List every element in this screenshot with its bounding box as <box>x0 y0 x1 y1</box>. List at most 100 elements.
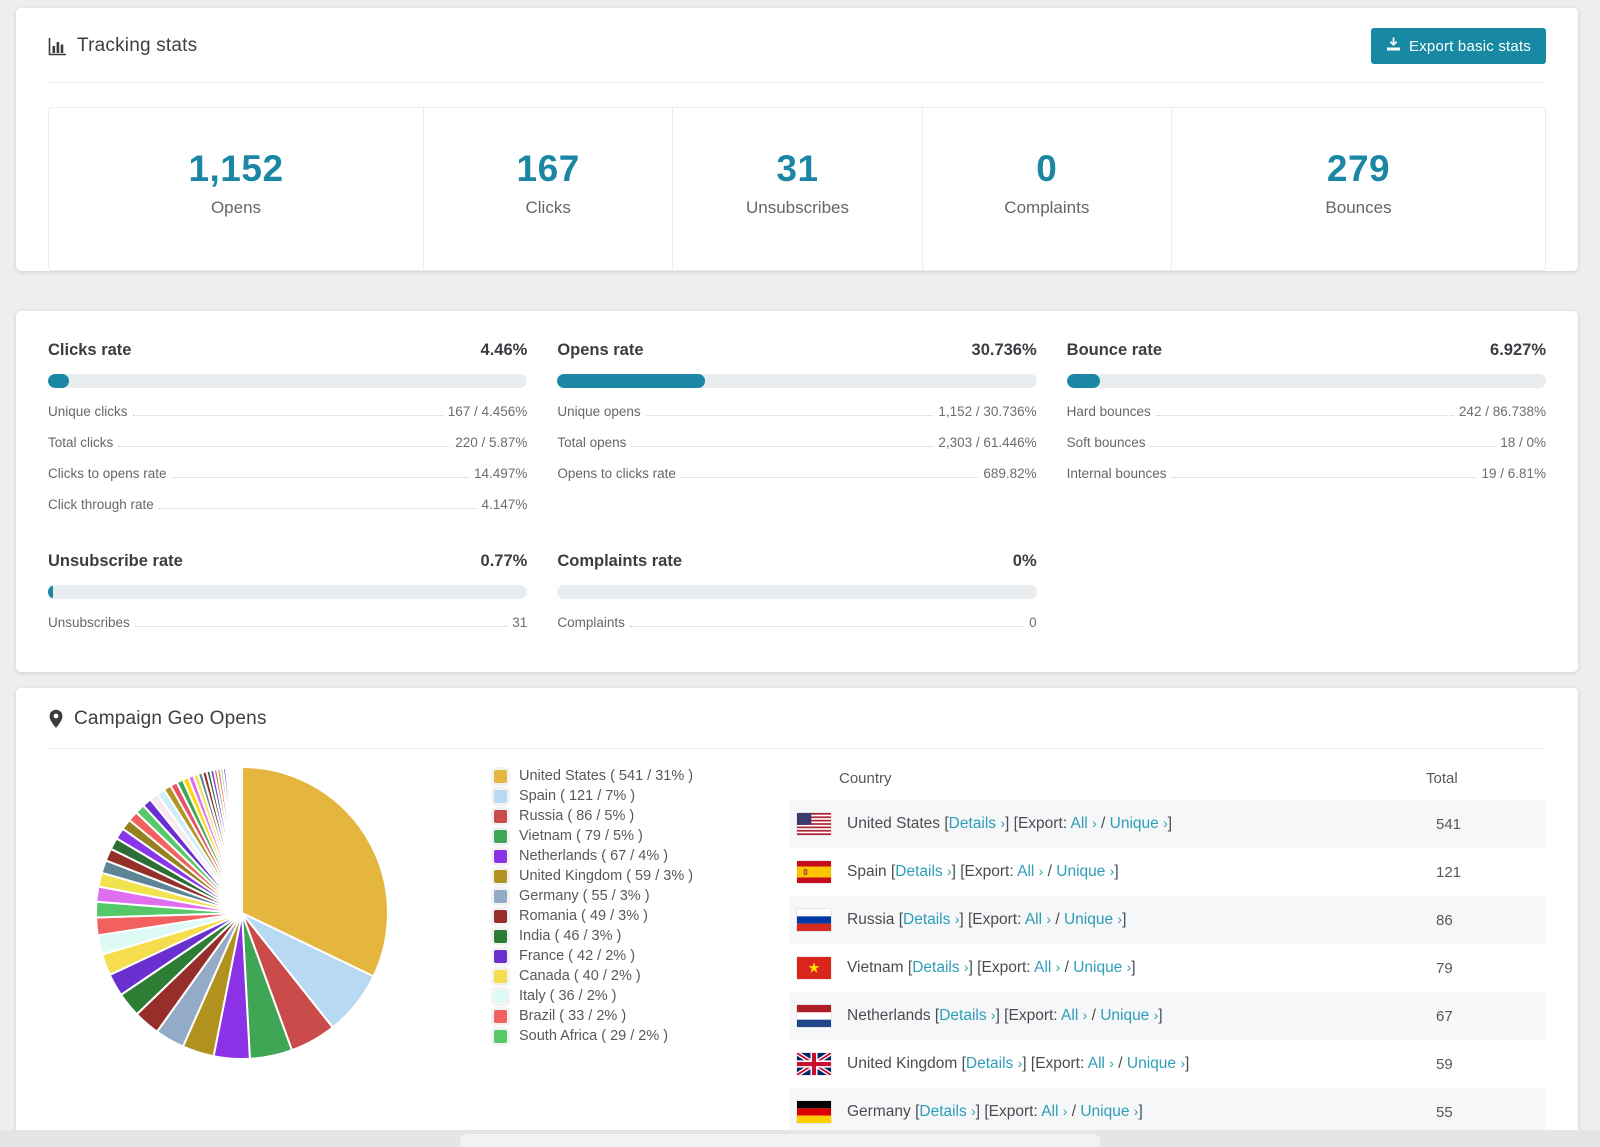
details-link[interactable]: Details › <box>949 815 1005 832</box>
export-unique-link[interactable]: Unique › <box>1073 959 1131 976</box>
export-prefix: Export: <box>972 911 1025 928</box>
export-all-link[interactable]: All › <box>1034 959 1060 976</box>
stat-cell-bounces: 279 Bounces <box>1170 108 1545 270</box>
slash: / <box>1043 863 1057 880</box>
details-link[interactable]: Details › <box>919 1103 975 1120</box>
rate-block-opens-rate: Opens rate 30.736% Unique opens 1,152 / 30.… <box>557 337 1037 481</box>
stat-label: Opens <box>210 198 262 217</box>
dotted-leader <box>1171 477 1477 478</box>
details-link[interactable]: Details › <box>912 959 968 976</box>
rate-value: 6.927% <box>1490 341 1546 359</box>
legend-item-south-africa: South Africa ( 29 / 2% ) <box>494 1029 779 1044</box>
rate-detail-label: Click through rate <box>48 497 154 512</box>
slash: / <box>1051 911 1064 928</box>
country-name: Germany <box>847 1103 916 1120</box>
details-link[interactable]: Details › <box>903 911 959 928</box>
bracket: ] [ <box>995 1007 1009 1024</box>
slash: / <box>1087 1007 1101 1024</box>
export-all-link[interactable]: All › <box>1017 863 1043 880</box>
rate-detail-row: Unsubscribes 31 <box>48 615 527 630</box>
country-name: Netherlands <box>847 1007 935 1024</box>
rate-detail-row: Internal bounces 19 / 6.81% <box>1067 466 1546 481</box>
stat-cell-opens: 1,152 Opens <box>49 108 423 270</box>
flag-us-icon <box>797 813 831 835</box>
legend-label: Italy ( 36 / 2% ) <box>519 988 617 1004</box>
details-link[interactable]: Details › <box>939 1007 995 1024</box>
rate-detail-value: 14.497% <box>474 466 528 481</box>
rate-progress-bar <box>557 585 1037 599</box>
legend-label: Vietnam ( 79 / 5% ) <box>519 828 643 844</box>
legend-item-india: India ( 46 / 3% ) <box>494 929 779 944</box>
rate-detail-value: 220 / 5.87% <box>455 435 528 450</box>
stat-cell-unsubscribes: 31 Unsubscribes <box>672 108 921 270</box>
rate-detail-value: 167 / 4.456% <box>447 404 528 419</box>
export-unique-link[interactable]: Unique › <box>1064 911 1122 928</box>
legend-item-germany: Germany ( 55 / 3% ) <box>494 889 779 904</box>
rate-block-unsubscribe-rate: Unsubscribe rate 0.77% Unsubscribes 31 <box>48 548 528 630</box>
legend-label: Canada ( 40 / 2% ) <box>519 968 641 984</box>
country-name: Vietnam <box>847 959 908 976</box>
geo-opens-body: United States ( 541 / 31% ) Spain ( 121 /… <box>16 749 1578 1137</box>
geo-table-row-netherlands: Netherlands [Details ›] [Export: All › /… <box>789 992 1546 1040</box>
rate-head: Unsubscribe rate 0.77% <box>48 552 527 571</box>
geo-country-cell: United States [Details ›] [Export: All ›… <box>847 815 1436 833</box>
rate-detail-row: Opens to clicks rate 689.82% <box>557 466 1036 481</box>
export-unique-link[interactable]: Unique › <box>1110 815 1168 832</box>
export-prefix: Export: <box>964 863 1018 880</box>
bracket: ] [ <box>1022 1055 1036 1072</box>
export-all-link[interactable]: All › <box>1041 1103 1067 1120</box>
legend-label: United Kingdom ( 59 / 3% ) <box>519 868 694 884</box>
map-pin-icon <box>48 709 64 729</box>
stat-value: 0 <box>1036 148 1058 189</box>
export-prefix: Export: <box>981 959 1035 976</box>
export-unique-link[interactable]: Unique › <box>1080 1103 1138 1120</box>
legend-item-canada: Canada ( 40 / 2% ) <box>494 969 779 984</box>
export-unique-link[interactable]: Unique › <box>1127 1055 1185 1072</box>
dotted-leader <box>158 508 477 509</box>
rate-detail-label: Total opens <box>557 435 627 450</box>
legend-item-united-states: United States ( 541 / 31% ) <box>494 769 779 784</box>
geo-table-row-russia: Russia [Details ›] [Export: All › / Uniq… <box>789 896 1546 944</box>
slash: / <box>1060 959 1074 976</box>
export-all-link[interactable]: All › <box>1061 1007 1087 1024</box>
rate-detail-row: Hard bounces 242 / 86.738% <box>1067 404 1546 419</box>
legend-swatch <box>494 870 507 883</box>
rate-value: 0% <box>1012 552 1037 570</box>
export-all-link[interactable]: All › <box>1025 911 1051 928</box>
geo-total-cell: 55 <box>1436 1103 1453 1121</box>
bracket: ] <box>1138 1103 1143 1120</box>
flag-ru-icon <box>797 909 831 931</box>
legend-item-france: France ( 42 / 2% ) <box>494 949 779 964</box>
export-basic-stats-button[interactable]: Export basic stats <box>1371 28 1546 64</box>
dotted-leader <box>645 415 934 416</box>
legend-label: Romania ( 49 / 3% ) <box>519 908 648 924</box>
rate-detail-row: Soft bounces 18 / 0% <box>1067 435 1546 450</box>
details-link[interactable]: Details › <box>895 863 951 880</box>
legend-swatch <box>494 970 507 983</box>
rate-detail-label: Soft bounces <box>1066 435 1146 450</box>
rate-title: Clicks rate <box>48 341 132 359</box>
flag-de-icon <box>797 1101 831 1123</box>
geo-table-row-united-kingdom: United Kingdom [Details ›] [Export: All … <box>789 1040 1546 1088</box>
geo-opens-title: Campaign Geo Opens <box>74 708 267 729</box>
legend-label: Netherlands ( 67 / 4% ) <box>519 848 669 864</box>
export-all-link[interactable]: All › <box>1071 815 1097 832</box>
dotted-leader <box>1150 446 1496 447</box>
dotted-leader <box>1155 415 1454 416</box>
rate-progress-bar <box>557 374 1037 388</box>
flag-es-icon <box>797 861 831 883</box>
bracket: ] <box>1122 911 1127 928</box>
stat-cell-complaints: 0 Complaints <box>921 108 1171 270</box>
details-link[interactable]: Details › <box>966 1055 1022 1072</box>
legend-swatch <box>494 1010 507 1023</box>
rate-detail-value: 1,152 / 30.736% <box>938 404 1037 419</box>
geo-country-table: Country Total United States [Details ›] … <box>789 757 1546 1137</box>
export-unique-link[interactable]: Unique › <box>1100 1007 1158 1024</box>
legend-item-spain: Spain ( 121 / 7% ) <box>494 789 779 804</box>
geo-table-row-germany: Germany [Details ›] [Export: All › / Uni… <box>789 1088 1546 1136</box>
dotted-leader <box>629 626 1025 627</box>
geo-country-cell: United Kingdom [Details ›] [Export: All … <box>847 1055 1436 1073</box>
rate-detail-row: Click through rate 4.147% <box>48 497 527 512</box>
export-all-link[interactable]: All › <box>1088 1055 1114 1072</box>
export-unique-link[interactable]: Unique › <box>1056 863 1114 880</box>
